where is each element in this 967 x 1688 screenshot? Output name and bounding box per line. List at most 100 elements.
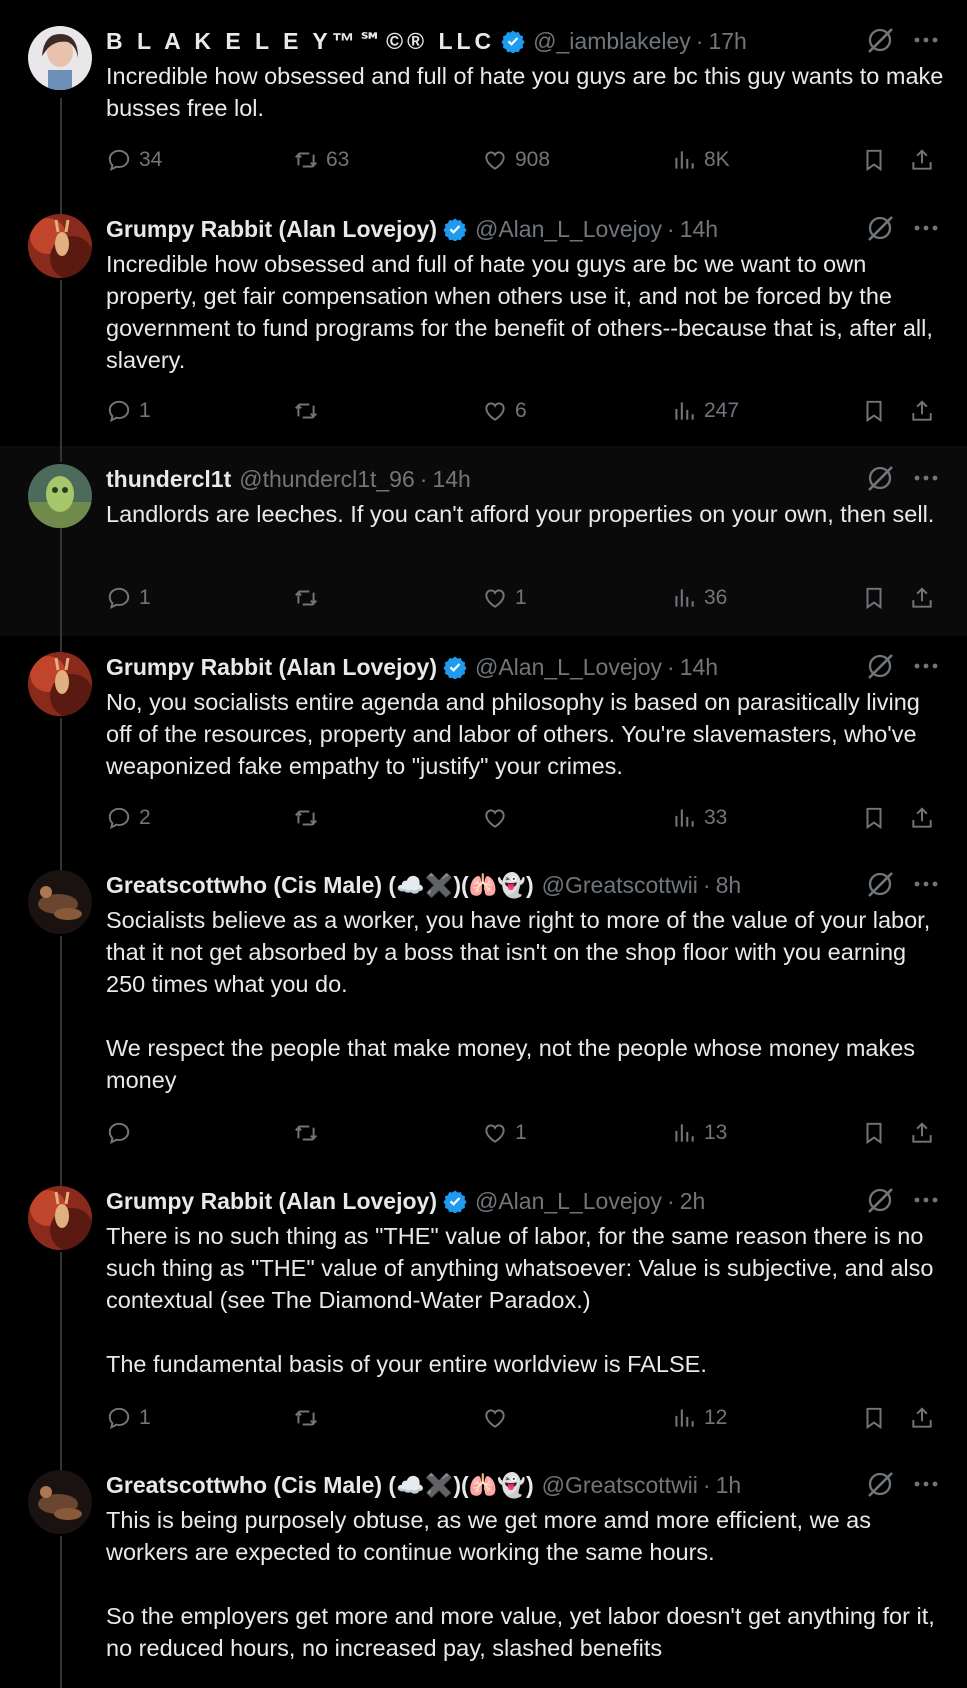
bookmark-button[interactable]	[861, 1117, 887, 1149]
like-button[interactable]: 908	[482, 144, 550, 176]
bookmark-button[interactable]	[861, 582, 887, 614]
tweet[interactable]: thundercl1t @thundercl1t_96 · 14h Landlo…	[0, 446, 967, 636]
timestamp[interactable]: 14h	[432, 466, 470, 493]
more-options-icon[interactable]	[913, 1469, 939, 1499]
like-button[interactable]: 1	[482, 582, 527, 614]
tweet[interactable]: Grumpy Rabbit (Alan Lovejoy) @Alan_L_Lov…	[0, 1170, 967, 1454]
avatar[interactable]	[28, 870, 92, 934]
grok-icon[interactable]	[865, 651, 895, 681]
retweet-icon	[295, 1125, 317, 1141]
tweet-header: B L A K E L E Y™℠©® LLC @_iamblakeley · …	[106, 26, 967, 56]
reply-button[interactable]	[106, 1117, 139, 1149]
avatar[interactable]	[28, 1186, 92, 1250]
reply-button[interactable]: 1	[106, 582, 151, 614]
views-button[interactable]: 247	[671, 395, 739, 427]
thread-line	[60, 446, 62, 462]
grok-icon[interactable]	[865, 1185, 895, 1215]
views-button[interactable]: 12	[671, 1402, 727, 1434]
thread-line	[60, 1454, 62, 1470]
display-name[interactable]: Greatscottwho (Cis Male) (☁️✖️)(🫁👻)	[106, 1472, 534, 1499]
grok-icon[interactable]	[865, 213, 895, 243]
more-options-icon[interactable]	[913, 213, 939, 243]
user-handle[interactable]: @Alan_L_Lovejoy	[475, 1188, 662, 1215]
bookmark-button[interactable]	[861, 1402, 887, 1434]
user-handle[interactable]: @thundercl1t_96	[239, 466, 415, 493]
bookmark-button[interactable]	[861, 144, 887, 176]
share-button[interactable]	[909, 144, 935, 176]
avatar[interactable]	[28, 1470, 92, 1534]
like-button[interactable]	[482, 802, 515, 834]
like-button[interactable]	[482, 1402, 515, 1434]
tweet[interactable]: Grumpy Rabbit (Alan Lovejoy) @Alan_L_Lov…	[0, 636, 967, 854]
retweet-button[interactable]	[293, 395, 326, 427]
heart-icon	[485, 809, 505, 828]
user-handle[interactable]: @_iamblakeley	[533, 28, 691, 55]
views-button[interactable]: 33	[671, 802, 727, 834]
bookmark-icon	[866, 1122, 882, 1145]
user-handle[interactable]: @Greatscottwii	[542, 1472, 698, 1499]
more-options-icon[interactable]	[913, 869, 939, 899]
more-options-icon[interactable]	[913, 1185, 939, 1215]
user-handle[interactable]: @Greatscottwii	[542, 872, 698, 899]
retweet-button[interactable]: 63	[293, 144, 349, 176]
share-button[interactable]	[909, 582, 935, 614]
views-count: 8K	[704, 148, 730, 171]
share-button[interactable]	[909, 395, 935, 427]
display-name[interactable]: thundercl1t	[106, 466, 231, 493]
display-name[interactable]: B L A K E L E Y™℠©® LLC	[106, 28, 495, 55]
timestamp[interactable]: 8h	[716, 872, 742, 899]
timestamp[interactable]: 2h	[680, 1188, 706, 1215]
share-button[interactable]	[909, 1402, 935, 1434]
avatar[interactable]	[28, 464, 92, 528]
reply-button[interactable]: 2	[106, 802, 151, 834]
tweet[interactable]: B L A K E L E Y™℠©® LLC @_iamblakeley · …	[0, 0, 967, 198]
reply-button[interactable]: 34	[106, 144, 162, 176]
share-button[interactable]	[909, 1117, 935, 1149]
tweet-actions: 1 1 36	[106, 582, 967, 614]
more-options-icon[interactable]	[913, 25, 939, 55]
more-options-icon[interactable]	[913, 651, 939, 681]
tweet[interactable]: Grumpy Rabbit (Alan Lovejoy) @Alan_L_Lov…	[0, 198, 967, 446]
reply-button[interactable]: 1	[106, 1402, 151, 1434]
tweet[interactable]: Greatscottwho (Cis Male) (☁️✖️)(🫁👻) @Gre…	[0, 854, 967, 1170]
reply-button[interactable]: 1	[106, 395, 151, 427]
verified-badge-icon	[443, 656, 467, 679]
bookmark-button[interactable]	[861, 395, 887, 427]
tweet-text: Incredible how obsessed and full of hate…	[106, 63, 950, 121]
timestamp[interactable]: 14h	[680, 216, 718, 243]
display-name[interactable]: Grumpy Rabbit (Alan Lovejoy)	[106, 216, 437, 243]
retweet-button[interactable]	[293, 802, 326, 834]
reply-icon	[108, 400, 130, 422]
display-name[interactable]: Grumpy Rabbit (Alan Lovejoy)	[106, 1188, 437, 1215]
bookmark-button[interactable]	[861, 802, 887, 834]
avatar[interactable]	[28, 26, 92, 90]
display-name[interactable]: Grumpy Rabbit (Alan Lovejoy)	[106, 654, 437, 681]
timestamp[interactable]: 1h	[716, 1472, 742, 1499]
tweet[interactable]: Greatscottwho (Cis Male) (☁️✖️)(🫁👻) @Gre…	[0, 1454, 967, 1688]
grok-icon[interactable]	[865, 1469, 895, 1499]
more-options-icon[interactable]	[913, 463, 939, 493]
grok-icon[interactable]	[865, 463, 895, 493]
avatar[interactable]	[28, 214, 92, 278]
display-name[interactable]: Greatscottwho (Cis Male) (☁️✖️)(🫁👻)	[106, 872, 534, 899]
like-button[interactable]: 1	[482, 1117, 527, 1149]
views-button[interactable]: 8K	[671, 144, 730, 176]
views-button[interactable]: 36	[671, 582, 727, 614]
avatar[interactable]	[28, 652, 92, 716]
timestamp[interactable]: 17h	[708, 28, 746, 55]
retweet-button[interactable]	[293, 1402, 326, 1434]
bookmark-icon	[866, 807, 882, 830]
user-handle[interactable]: @Alan_L_Lovejoy	[475, 216, 662, 243]
reply-count: 1	[139, 1406, 151, 1429]
like-button[interactable]: 6	[482, 395, 527, 427]
retweet-button[interactable]	[293, 582, 326, 614]
share-button[interactable]	[909, 802, 935, 834]
retweet-button[interactable]	[293, 1117, 326, 1149]
tweet-text: This is being purposely obtuse, as we ge…	[106, 1507, 935, 1661]
user-handle[interactable]: @Alan_L_Lovejoy	[475, 654, 662, 681]
timestamp[interactable]: 14h	[680, 654, 718, 681]
views-button[interactable]: 13	[671, 1117, 727, 1149]
grok-icon[interactable]	[865, 25, 895, 55]
thread-line	[60, 854, 62, 870]
grok-icon[interactable]	[865, 869, 895, 899]
